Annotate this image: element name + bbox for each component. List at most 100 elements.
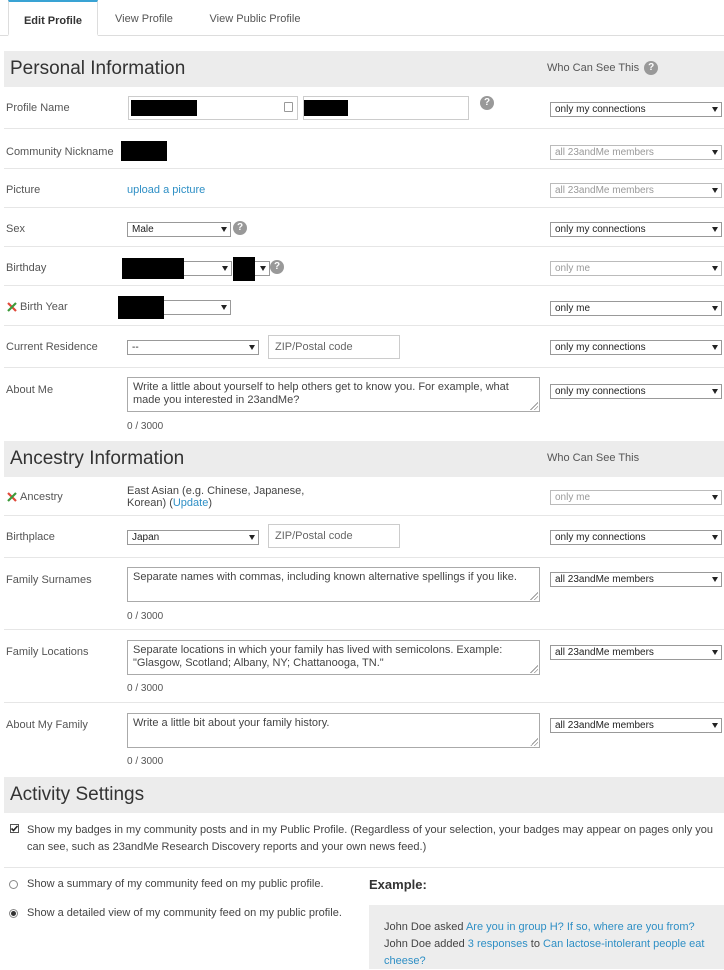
badges-checkbox[interactable] — [10, 824, 19, 833]
profile-tabs: Edit Profile View Profile View Public Pr… — [0, 0, 724, 36]
birthplace-privacy-select[interactable]: only my connections — [550, 530, 722, 545]
ancestry-label: Ancestry — [20, 491, 63, 503]
resize-handle-icon[interactable] — [530, 665, 538, 673]
about-family-label: About My Family — [6, 719, 88, 731]
nickname-label: Community Nickname — [6, 146, 114, 158]
badges-text: Show my badges in my community posts and… — [27, 824, 714, 853]
chevron-down-icon — [712, 495, 718, 500]
family-locations-privacy-value: all 23andMe members — [555, 647, 654, 658]
residence-row: Current Residence -- ZIP/Postal code onl… — [4, 326, 724, 368]
birth-year-label: Birth Year — [20, 301, 68, 313]
birthplace-privacy-value: only my connections — [555, 532, 646, 543]
family-surnames-row: Family Surnames Separate names with comm… — [4, 558, 724, 630]
about-me-textarea[interactable]: Write a little about yourself to help ot… — [127, 377, 540, 412]
family-surnames-counter: 0 / 3000 — [127, 611, 164, 622]
example-content: John Doe asked Are you in group H? If so… — [384, 919, 714, 970]
ancestry-update-link[interactable]: Update — [173, 497, 208, 509]
birth-year-privacy-select[interactable]: only me — [550, 301, 722, 316]
about-family-privacy-value: all 23andMe members — [555, 720, 654, 731]
about-me-label: About Me — [6, 384, 54, 396]
sex-help-icon[interactable]: ? — [233, 221, 247, 235]
birthday-privacy-value: only me — [555, 263, 591, 274]
residence-privacy-select[interactable]: only my connections — [550, 340, 722, 355]
example-box: John Doe asked Are you in group H? If so… — [369, 905, 724, 969]
about-me-placeholder: Write a little about yourself to help ot… — [133, 381, 509, 406]
ancestry-row: Ancestry East Asian (e.g. Chinese, Japan… — [4, 478, 724, 516]
who-can-see-label: Who Can See This ? — [547, 61, 659, 76]
family-locations-privacy-select[interactable]: all 23andMe members — [550, 645, 722, 660]
birthday-row: Birthday ? only me — [4, 247, 724, 286]
picture-privacy-select[interactable]: all 23andMe members — [550, 183, 722, 198]
example-line-2: John Doe added 3 responses to Can lactos… — [384, 936, 714, 970]
family-surnames-privacy-select[interactable]: all 23andMe members — [550, 572, 722, 587]
ancestry-value-text: East Asian (e.g. Chinese, Japanese, Kore… — [127, 485, 305, 509]
tab-edit-profile[interactable]: Edit Profile — [8, 0, 98, 36]
chevron-down-icon — [712, 107, 718, 112]
resize-handle-icon[interactable] — [530, 402, 538, 410]
sex-row: Sex Male ? only my connections — [4, 208, 724, 247]
sex-privacy-select[interactable]: only my connections — [550, 222, 722, 237]
tab-view-profile[interactable]: View Profile — [104, 0, 184, 36]
birthplace-zip-input[interactable]: ZIP/Postal code — [268, 524, 400, 548]
sex-select[interactable]: Male — [127, 222, 231, 237]
birthday-privacy-select[interactable]: only me — [550, 261, 722, 276]
summary-feed-radio[interactable] — [9, 880, 18, 889]
chevron-down-icon — [712, 306, 718, 311]
chevron-down-icon — [260, 266, 266, 271]
upload-picture-link[interactable]: upload a picture — [127, 184, 205, 196]
family-surnames-textarea[interactable]: Separate names with commas, including kn… — [127, 567, 540, 602]
about-family-privacy-select[interactable]: all 23andMe members — [550, 718, 722, 733]
chevron-down-icon — [712, 188, 718, 193]
birthplace-label: Birthplace — [6, 531, 55, 543]
about-me-privacy-value: only my connections — [555, 386, 646, 397]
dna-icon — [7, 492, 17, 502]
birthplace-country-select[interactable]: Japan — [127, 530, 259, 545]
tab-view-public-profile[interactable]: View Public Profile — [196, 0, 314, 36]
family-locations-placeholder: Separate locations in which your family … — [133, 644, 503, 669]
nickname-row: Community Nickname all 23andMe members — [4, 129, 724, 169]
residence-country-select[interactable]: -- — [127, 340, 259, 355]
redacted-nickname — [121, 141, 167, 161]
redacted-birth-year — [118, 296, 164, 319]
sex-value: Male — [132, 224, 154, 235]
chevron-down-icon — [221, 305, 227, 310]
family-locations-counter: 0 / 3000 — [127, 683, 164, 694]
contact-card-icon — [284, 102, 293, 112]
example-question-link[interactable]: Are you in group H? If so, where are you… — [466, 921, 695, 933]
example-line-2-prefix: John Doe added — [384, 938, 468, 950]
personal-info-title: Personal Information — [10, 58, 186, 79]
about-family-textarea[interactable]: Write a little bit about your family his… — [127, 713, 540, 748]
ancestry-who-can-see-label: Who Can See This — [547, 452, 640, 464]
help-icon[interactable]: ? — [644, 61, 659, 75]
ancestry-privacy-select[interactable]: only me — [550, 490, 722, 505]
detailed-feed-radio[interactable] — [9, 909, 18, 918]
family-surnames-label: Family Surnames — [6, 574, 92, 586]
profile-name-privacy-select[interactable]: only my connections — [550, 102, 722, 117]
radio-selected-dot — [11, 911, 16, 916]
birthday-help-icon[interactable]: ? — [270, 260, 284, 274]
summary-feed-label: Show a summary of my community feed on m… — [27, 878, 324, 890]
family-surnames-privacy-value: all 23andMe members — [555, 574, 654, 585]
chevron-down-icon — [712, 150, 718, 155]
profile-name-help-icon[interactable]: ? — [480, 96, 494, 110]
chevron-down-icon — [712, 723, 718, 728]
residence-country-value: -- — [132, 342, 139, 353]
about-me-privacy-select[interactable]: only my connections — [550, 384, 722, 399]
resize-handle-icon[interactable] — [530, 738, 538, 746]
last-name-input[interactable] — [303, 96, 469, 120]
who-can-see-text: Who Can See This — [547, 62, 640, 74]
family-locations-textarea[interactable]: Separate locations in which your family … — [127, 640, 540, 675]
ancestry-value-end: ) — [208, 497, 213, 509]
nickname-privacy-select[interactable]: all 23andMe members — [550, 145, 722, 160]
chevron-down-icon — [222, 266, 228, 271]
sex-privacy-value: only my connections — [555, 224, 646, 235]
chevron-down-icon — [712, 577, 718, 582]
badges-row: Show my badges in my community posts and… — [4, 813, 724, 868]
resize-handle-icon[interactable] — [530, 592, 538, 600]
about-me-row: About Me Write a little about yourself t… — [4, 368, 724, 441]
example-line-1-prefix: John Doe asked — [384, 921, 466, 933]
example-responses-link[interactable]: 3 responses — [468, 938, 528, 950]
residence-zip-input[interactable]: ZIP/Postal code — [268, 335, 400, 359]
first-name-input[interactable] — [128, 96, 298, 120]
about-family-placeholder: Write a little bit about your family his… — [133, 717, 330, 729]
